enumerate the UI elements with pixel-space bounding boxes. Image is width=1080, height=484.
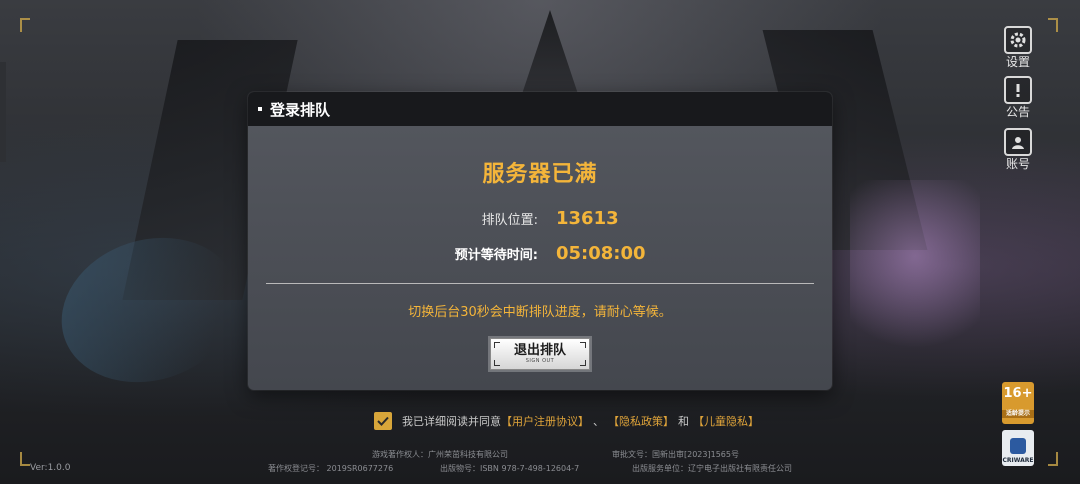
bullet-icon	[258, 107, 262, 111]
frame-corner	[1048, 18, 1058, 32]
agreement-prefix: 我已详细阅读并同意	[402, 415, 501, 428]
account-button[interactable]: 账号	[1002, 128, 1034, 171]
exit-queue-sublabel: SIGN OUT	[525, 358, 555, 364]
background-art-glow	[850, 180, 980, 370]
user-agreement-link[interactable]: 【用户注册协议】	[501, 413, 589, 429]
frame-corner	[1048, 452, 1058, 466]
frame-corner	[20, 18, 30, 32]
gear-icon	[1004, 26, 1032, 54]
dialog-header-title: 登录排队	[270, 100, 331, 119]
child-privacy-link[interactable]: 【儿童隐私】	[693, 413, 759, 429]
account-icon	[1004, 128, 1032, 156]
age-rating-value: 16+	[1003, 386, 1033, 401]
dialog-header: 登录排队	[248, 92, 832, 126]
copyright-owner: 游戏著作权人：广州荣茁科技有限公司	[372, 450, 508, 459]
notice-button[interactable]: 公告	[1002, 76, 1034, 119]
criware-label: CRIWARE	[1002, 457, 1034, 464]
queue-position-label: 排队位置:	[481, 213, 538, 228]
criware-icon	[1010, 438, 1026, 454]
criware-logo: CRIWARE	[1002, 430, 1034, 466]
checkmark-icon	[377, 416, 389, 426]
agreement-and: 和	[678, 415, 689, 428]
age-rating-badge[interactable]: 16+ 适龄提示	[1002, 382, 1034, 424]
approval-number: 审批文号：国新出审[2023]1565号	[612, 450, 739, 459]
server-full-title: 服务器已满	[482, 162, 598, 187]
background-warning-text: 切换后台30秒会中断排队进度，请耐心等候。	[408, 305, 672, 320]
frame-corner	[20, 452, 30, 466]
settings-label: 设置	[1005, 55, 1030, 69]
queue-position-value: 13613	[556, 208, 619, 229]
notice-label: 公告	[1005, 105, 1030, 119]
notice-icon	[1004, 76, 1032, 104]
agreement-row: 我已详细阅读并同意 【用户注册协议】 、 【隐私政策】 和 【儿童隐私】	[374, 412, 759, 430]
wait-time-row: 预计等待时间: 05:08:00	[248, 243, 832, 264]
exit-queue-label: 退出排队	[513, 343, 566, 358]
queue-position-row: 排队位置: 13613	[248, 208, 832, 229]
wait-time-label: 预计等待时间:	[454, 248, 538, 263]
isbn: 出版物号：ISBN 978-7-498-12604-7	[440, 464, 580, 473]
agreement-separator: 、	[593, 415, 604, 428]
publisher: 出版服务单位：辽宁电子出版社有限责任公司	[632, 464, 792, 473]
age-rating-tip: 适龄提示	[1002, 410, 1034, 418]
registration-number: 著作权登记号： 2019SR0677276	[268, 464, 394, 473]
queue-dialog: 登录排队 服务器已满 排队位置: 13613 预计等待时间: 05:08:00 …	[248, 92, 832, 390]
wait-time-value: 05:08:00	[556, 243, 646, 264]
divider	[266, 283, 814, 284]
settings-button[interactable]: 设置	[1002, 26, 1034, 69]
exit-queue-button[interactable]: 退出排队 SIGN OUT	[490, 338, 590, 370]
background-art-spire	[520, 10, 580, 100]
edge-tab	[0, 62, 6, 162]
version-label: Ver:1.0.0	[30, 463, 71, 473]
privacy-policy-link[interactable]: 【隐私政策】	[608, 413, 674, 429]
account-label: 账号	[1005, 157, 1030, 171]
agreement-checkbox[interactable]	[374, 412, 392, 430]
game-screen: 设置 公告 账号 登录排队 服务器已满 排队位置: 13613 预计等待时间: …	[0, 0, 1080, 484]
